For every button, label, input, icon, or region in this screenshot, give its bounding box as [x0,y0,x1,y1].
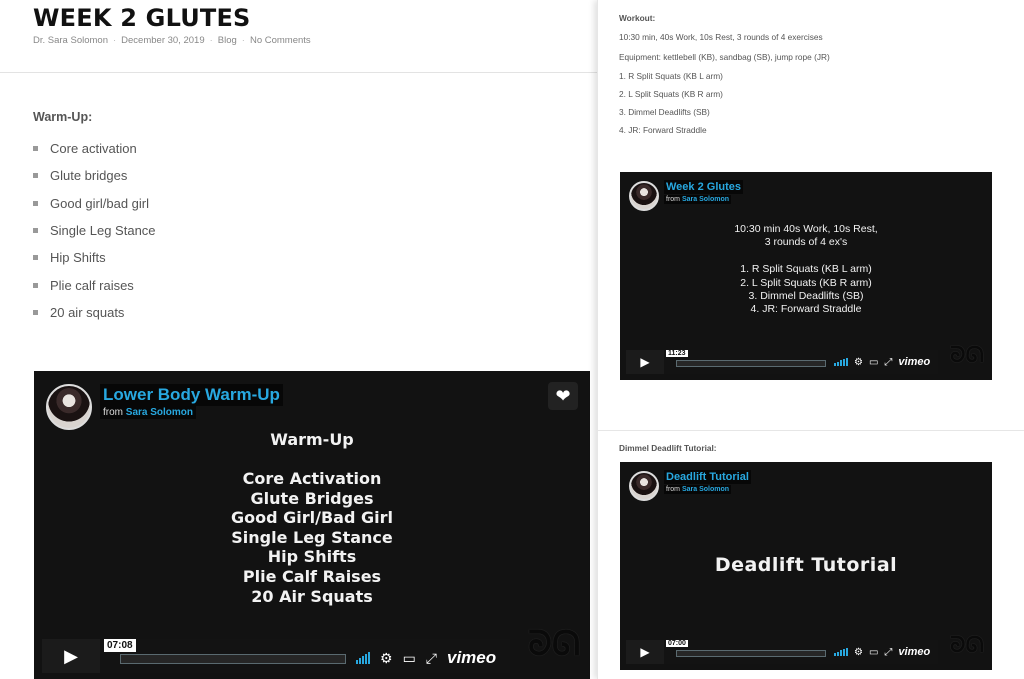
watermark-logo: ᘐᘏ [950,342,984,367]
bullet-icon [33,228,38,234]
video-title-link[interactable]: Deadlift Tutorial [664,470,751,484]
bullet-icon [33,309,38,315]
watermark-logo: ᘐᘏ [528,625,581,663]
play-button[interactable]: ▶ [42,639,100,673]
post-title: WEEK 2 GLUTES [33,4,251,32]
video-byline: from Sara Solomon [664,485,732,494]
workout-heading: Workout: [619,13,656,23]
list-item: Glute bridges [33,162,156,189]
list-item: Single Leg Stance [33,217,156,244]
post-comments-link[interactable]: No Comments [250,35,311,46]
vimeo-logo[interactable]: vimeo [447,648,496,668]
post-author-link[interactable]: Dr. Sara Solomon [33,35,108,46]
author-avatar[interactable] [629,471,659,501]
exercise-item: 4. JR: Forward Straddle [619,125,707,135]
video-title-link[interactable]: Week 2 Glutes [664,180,743,194]
gear-icon[interactable]: ⚙ [854,647,863,658]
control-icons: ⚙ ▭ ⤢ vimeo [356,648,496,668]
list-item: Good girl/bad girl [33,190,156,217]
video-frame-text: Warm-Up Core Activation Glute Bridges Go… [231,430,393,606]
warmup-list: Core activation Glute bridges Good girl/… [33,135,156,326]
deadlift-heading: Dimmel Deadlift Tutorial: [619,443,717,453]
video-player-deadlift[interactable]: Deadlift Tutorial from Sara Solomon Dead… [620,462,992,670]
video-player-glutes[interactable]: Week 2 Glutes from Sara Solomon 10:30 mi… [620,172,992,380]
list-item: Core activation [33,135,156,162]
video-frame-text: Deadlift Tutorial [714,554,898,576]
bullet-icon [33,282,38,288]
progress-bar[interactable] [676,650,826,657]
divider [0,72,600,73]
video-byline: from Sara Solomon [664,195,732,204]
vimeo-logo[interactable]: vimeo [898,646,930,658]
screenshot-root: WEEK 2 GLUTES Dr. Sara Solomon · December … [0,0,1024,679]
play-button[interactable]: ▶ [626,640,664,664]
vimeo-logo[interactable]: vimeo [898,356,930,368]
control-icons: ⚙ ▭ ⤢ vimeo [834,356,930,368]
video-title-link[interactable]: Lower Body Warm-Up [100,384,283,406]
pip-icon[interactable]: ▭ [869,647,878,658]
video-frame-text: 10:30 min 40s Work, 10s Rest, 3 rounds o… [734,223,878,316]
list-item: Plie calf raises [33,271,156,298]
volume-bars-icon[interactable] [834,648,848,656]
bullet-icon [33,200,38,206]
video-time: 11:23 [666,350,688,357]
video-time: 07:00 [666,640,688,647]
volume-bars-icon[interactable] [356,652,370,664]
video-author-link[interactable]: Sara Solomon [126,407,193,418]
video-byline: from Sara Solomon [100,406,197,419]
video-author-link[interactable]: Sara Solomon [682,196,729,203]
list-item: 20 air squats [33,299,156,326]
post-date: December 30, 2019 [121,35,205,46]
gear-icon[interactable]: ⚙ [380,650,393,667]
post-meta: Dr. Sara Solomon · December 30, 2019 · Blog ·… [33,35,311,46]
heart-icon: ❤ [555,385,571,406]
list-item: Hip Shifts [33,244,156,271]
fullscreen-icon[interactable]: ⤢ [884,647,892,658]
progress-bar[interactable] [120,654,346,664]
divider [598,430,1024,431]
video-player-warmup[interactable]: Lower Body Warm-Up from Sara Solomon ❤ W… [34,371,590,679]
bullet-icon [33,146,38,152]
right-blog-panel: Workout: 10:30 min, 40s Work, 10s Rest, … [597,0,1024,679]
pip-icon[interactable]: ▭ [403,650,416,667]
video-time: 07:08 [104,639,136,652]
fullscreen-icon[interactable]: ⤢ [426,650,437,667]
play-button[interactable]: ▶ [626,350,664,374]
play-icon: ▶ [640,645,650,659]
bullet-icon [33,255,38,261]
play-icon: ▶ [64,645,78,666]
gear-icon[interactable]: ⚙ [854,357,863,368]
progress-bar[interactable] [676,360,826,367]
play-icon: ▶ [640,355,650,369]
author-avatar[interactable] [46,384,92,430]
watermark-logo: ᘐᘏ [950,632,984,657]
workout-equipment: Equipment: kettlebell (KB), sandbag (SB)… [619,52,830,62]
pip-icon[interactable]: ▭ [869,357,878,368]
post-category-link[interactable]: Blog [218,35,237,46]
like-button[interactable]: ❤ [548,382,578,410]
exercise-item: 1. R Split Squats (KB L arm) [619,71,723,81]
warmup-heading: Warm-Up: [33,110,93,124]
video-author-link[interactable]: Sara Solomon [682,486,729,493]
volume-bars-icon[interactable] [834,358,848,366]
author-avatar[interactable] [629,181,659,211]
fullscreen-icon[interactable]: ⤢ [884,357,892,368]
workout-summary: 10:30 min, 40s Work, 10s Rest, 3 rounds … [619,32,823,42]
control-icons: ⚙ ▭ ⤢ vimeo [834,646,930,658]
left-blog-panel: WEEK 2 GLUTES Dr. Sara Solomon · December … [0,0,600,679]
exercise-item: 3. Dimmel Deadlifts (SB) [619,107,710,117]
exercise-item: 2. L Split Squats (KB R arm) [619,89,723,99]
bullet-icon [33,173,38,179]
